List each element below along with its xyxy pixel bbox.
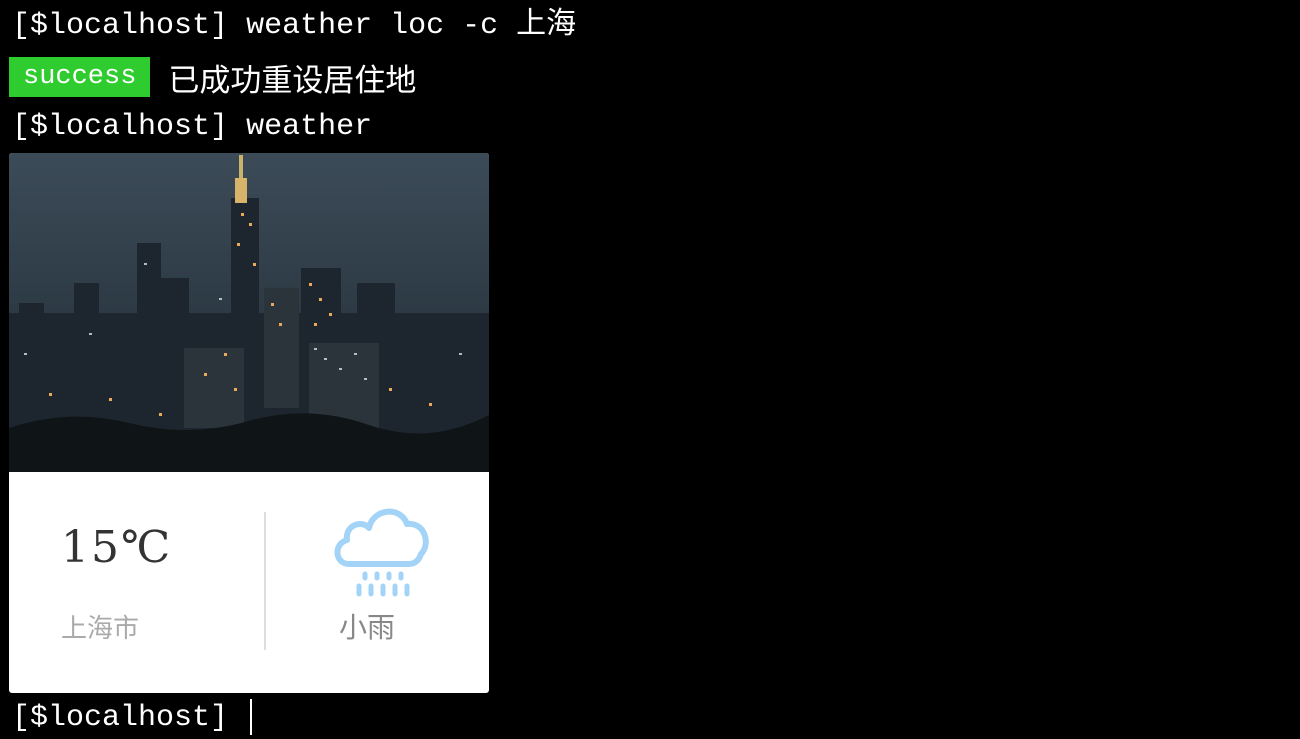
city-skyline-photo [9,153,489,472]
prompt: [$localhost] [12,700,229,735]
command-text: weather loc -c 上海 [246,9,577,43]
prompt: [$localhost] [12,9,229,43]
terminal-line-3[interactable]: [$localhost] [12,699,253,736]
status-message: 已成功重设居住地 [168,62,417,99]
weather-info: 15℃ 上海市 小雨 [9,472,489,693]
prompt: [$localhost] [12,110,229,144]
temperature: 15℃ [61,522,173,573]
terminal-line-1: [$localhost] weather loc -c 上海 [12,8,576,44]
success-badge: success [9,57,151,97]
command-text: weather [246,110,373,144]
weather-condition: 小雨 [339,611,396,644]
terminal-line-2: [$localhost] weather [12,109,372,145]
status-line: success 已成功重设居住地 [9,57,417,99]
city-name: 上海市 [61,614,140,644]
rain-cloud-icon [334,508,429,597]
weather-card: 15℃ 上海市 小雨 [9,153,489,693]
text-cursor [250,699,253,735]
divider [264,512,266,650]
